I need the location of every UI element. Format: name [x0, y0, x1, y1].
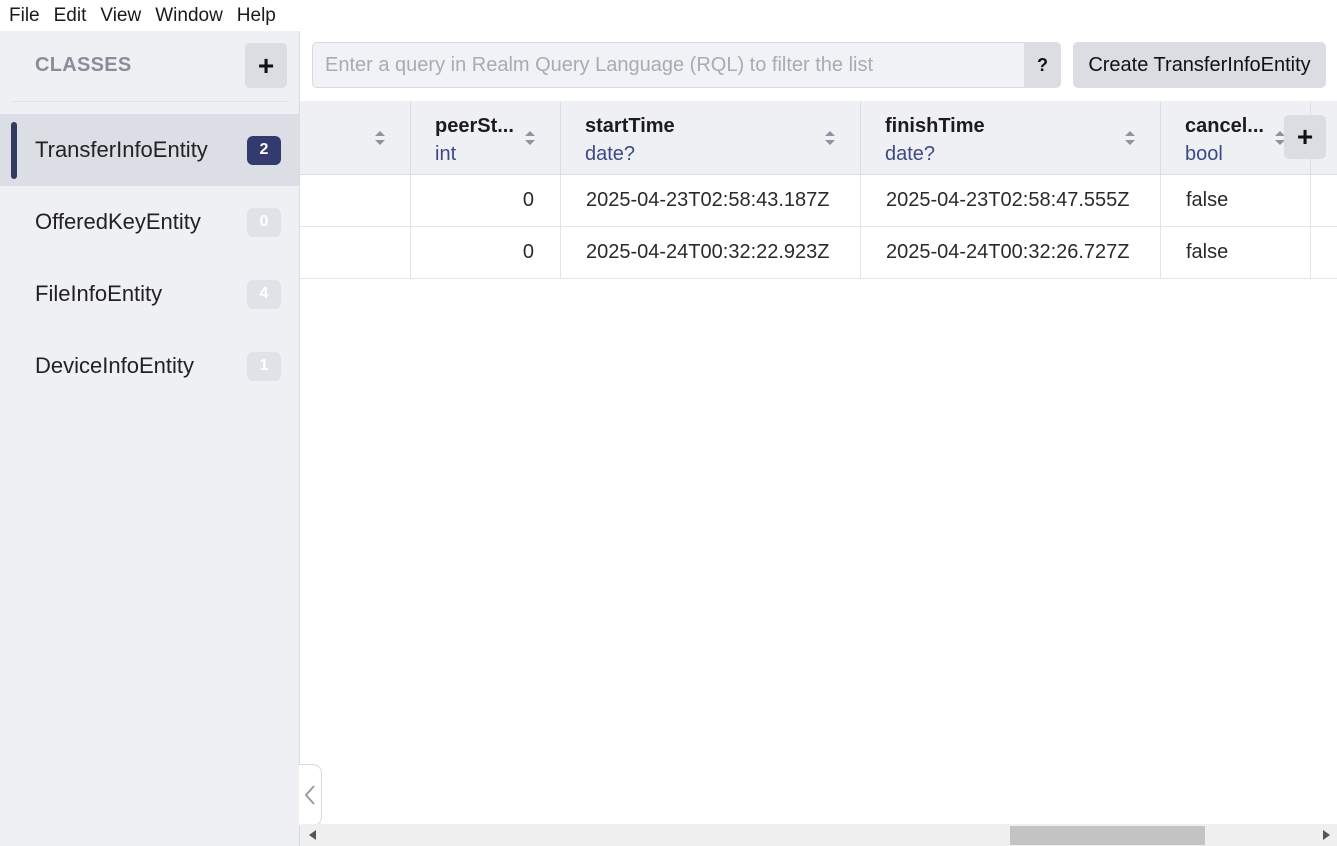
class-label: TransferInfoEntity: [35, 137, 208, 162]
class-count-badge: 4: [247, 279, 281, 309]
column-header-finishtime[interactable]: finishTime date?: [861, 101, 1161, 175]
sidebar-item-offeredkeyentity[interactable]: OfferedKeyEntity 0: [0, 186, 299, 258]
table-cell[interactable]: 2025-04-23T02:58:47.555Z: [861, 175, 1161, 227]
plus-icon: +: [257, 49, 275, 81]
collapse-sidebar-button[interactable]: [299, 764, 322, 826]
sort-icon[interactable]: [1124, 129, 1136, 147]
column-type: date?: [585, 143, 636, 165]
table-cell[interactable]: [300, 227, 411, 279]
create-object-button[interactable]: Create TransferInfoEntity: [1073, 42, 1326, 88]
scrollbar-thumb[interactable]: [1010, 826, 1205, 845]
add-class-button[interactable]: +: [245, 43, 287, 88]
menu-view[interactable]: View: [93, 0, 148, 31]
table-cell[interactable]: 2025-04-24T00:32:22.923Z: [561, 227, 861, 279]
column-name: cancel...: [1185, 115, 1264, 137]
scroll-right-arrow-icon[interactable]: [1319, 828, 1333, 842]
table-cell[interactable]: 0: [411, 227, 561, 279]
menu-help[interactable]: Help: [230, 0, 283, 31]
classes-title: CLASSES: [35, 54, 132, 76]
column-type: int: [435, 143, 457, 165]
horizontal-scrollbar[interactable]: [300, 824, 1337, 846]
menu-bar: File Edit View Window Help: [0, 0, 1337, 31]
question-icon: ?: [1037, 54, 1048, 75]
column-type: date?: [885, 143, 936, 165]
menu-edit[interactable]: Edit: [47, 0, 94, 31]
query-bar: ? Create TransferInfoEntity: [300, 31, 1337, 101]
chevron-left-icon: [304, 785, 315, 805]
query-help-button[interactable]: ?: [1024, 42, 1061, 88]
column-name: finishTime: [885, 115, 985, 137]
rql-query-input[interactable]: [312, 42, 1024, 88]
column-name: peerSt...: [435, 115, 514, 137]
sort-icon[interactable]: [824, 129, 836, 147]
table-cell[interactable]: 2025-04-23T02:58:43.187Z: [561, 175, 861, 227]
sidebar: CLASSES + TransferInfoEntity 2 OfferedKe…: [0, 31, 299, 846]
table-cell[interactable]: [300, 175, 411, 227]
class-label: DeviceInfoEntity: [35, 353, 194, 378]
plus-icon: +: [1296, 121, 1314, 152]
column-header-starttime[interactable]: startTime date?: [561, 101, 861, 175]
selection-indicator: [11, 122, 17, 179]
data-table: peerSt... int startTime date? finishTime…: [300, 101, 1337, 824]
table-cell[interactable]: false: [1161, 175, 1311, 227]
table-cell[interactable]: 2025-04-24T00:32:26.727Z: [861, 227, 1161, 279]
sidebar-item-fileinfoentity[interactable]: FileInfoEntity 4: [0, 258, 299, 330]
table-cell[interactable]: 0: [411, 175, 561, 227]
sort-icon[interactable]: [524, 129, 536, 147]
table-cell[interactable]: false: [1161, 227, 1311, 279]
class-count-badge: 1: [247, 351, 281, 381]
table-cell: [1311, 227, 1337, 279]
menu-window[interactable]: Window: [148, 0, 230, 31]
class-label: OfferedKeyEntity: [35, 209, 201, 234]
sidebar-item-deviceinfoentity[interactable]: DeviceInfoEntity 1: [0, 330, 299, 402]
column-type: bool: [1185, 143, 1223, 165]
class-count-badge: 2: [247, 135, 281, 165]
add-column-button[interactable]: +: [1284, 115, 1326, 159]
scroll-left-arrow-icon[interactable]: [306, 828, 320, 842]
column-name: startTime: [585, 115, 675, 137]
sidebar-item-transferinfoentity[interactable]: TransferInfoEntity 2: [0, 114, 299, 186]
column-header-peerst[interactable]: peerSt... int: [411, 101, 561, 175]
table-cell: [1311, 175, 1337, 227]
classes-header: CLASSES +: [12, 31, 287, 102]
class-count-badge: 0: [247, 207, 281, 237]
sort-icon[interactable]: [374, 129, 386, 147]
column-header[interactable]: [300, 101, 411, 175]
menu-file[interactable]: File: [2, 0, 47, 31]
class-label: FileInfoEntity: [35, 281, 163, 306]
